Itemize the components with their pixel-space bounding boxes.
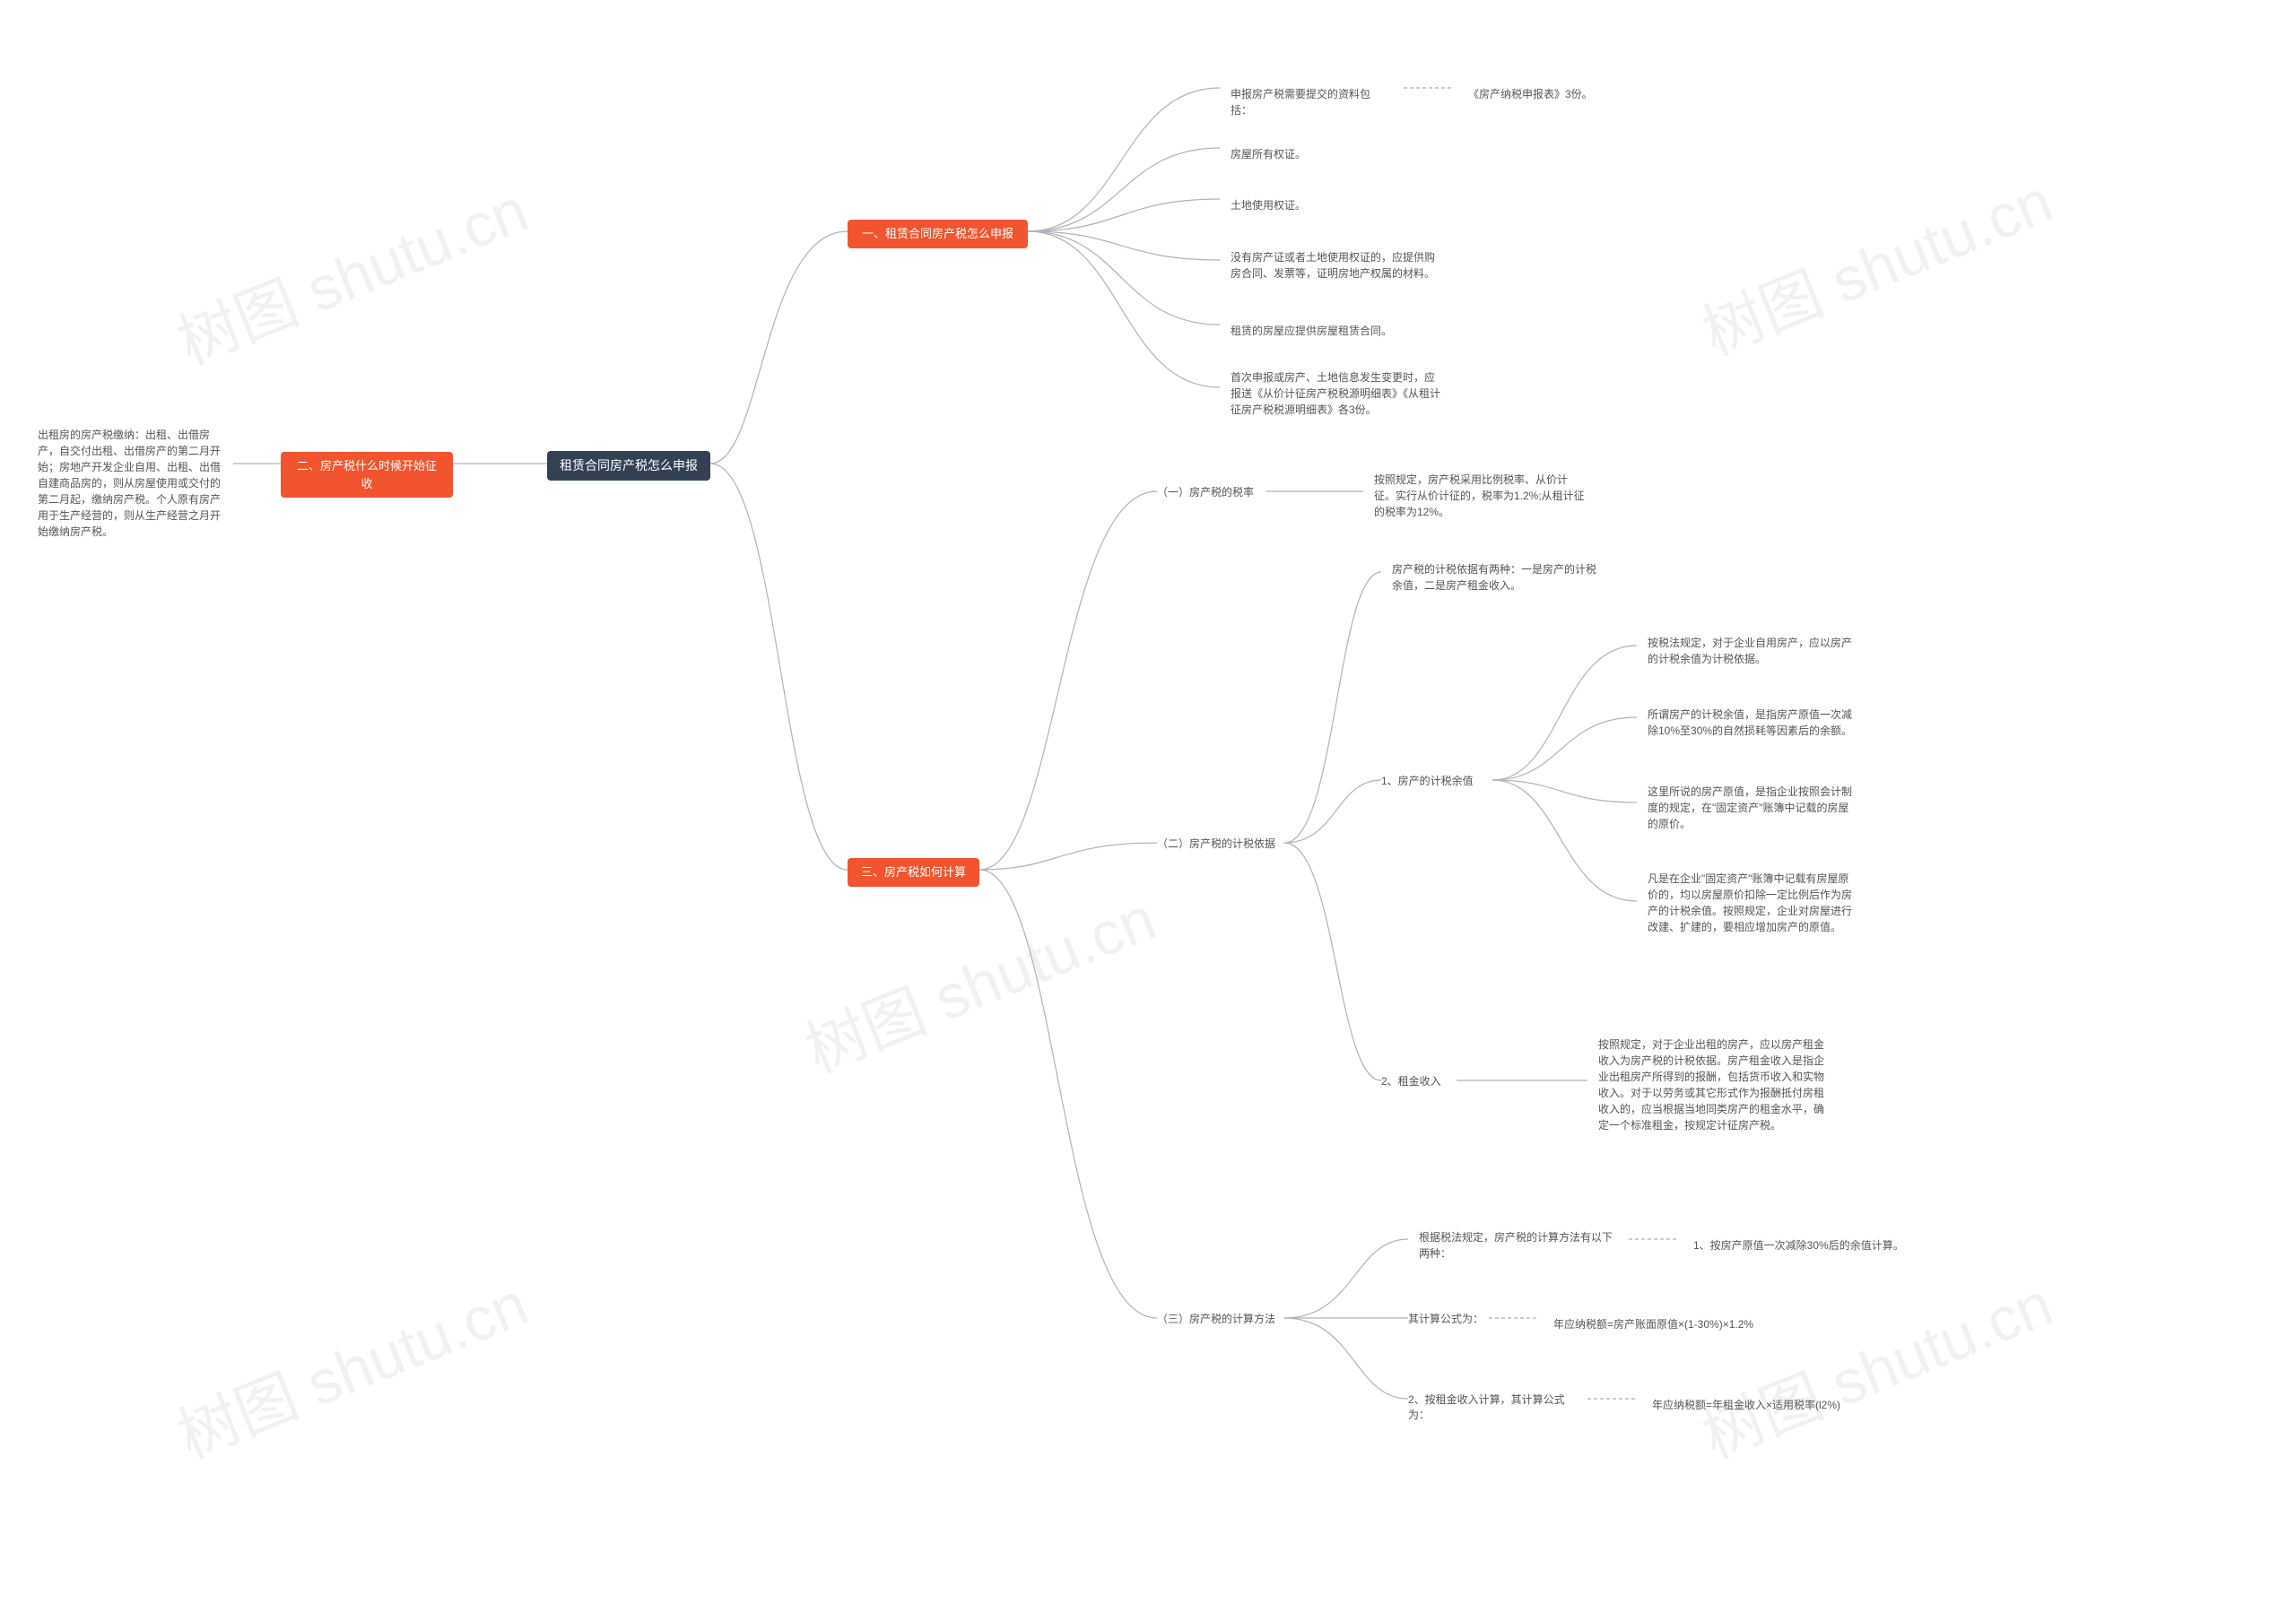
watermark: 树图 shutu.cn (790, 869, 1166, 1089)
section-2[interactable]: 二、房产税什么时候开始征收 (281, 452, 453, 498)
s1-item-5: 租赁的房屋应提供房屋租赁合同。 (1220, 317, 1453, 344)
section-3[interactable]: 三、房产税如何计算 (848, 858, 979, 887)
edges-layer (0, 0, 2296, 1622)
s3-sub3-formula2: 年应纳税额=年租金收入×适用税率(l2%) (1641, 1392, 1910, 1418)
s3-sub3-formula1: 年应纳税额=房产账面原值×(1-30%)×1.2% (1543, 1311, 1812, 1338)
s1-item-6: 首次申报或房产、土地信息发生变更时，应报送《从价计征房产税税源明细表》《从租计征… (1220, 364, 1453, 423)
watermark: 树图 shutu.cn (162, 160, 538, 381)
mindmap-canvas: 树图 shutu.cn 树图 shutu.cn 树图 shutu.cn 树图 s… (0, 0, 2296, 1622)
s3-sub2-g1-p4: 凡是在企业"固定资产"账簿中记载有房屋原价的，均以房屋原价扣除一定比例后作为房产… (1637, 865, 1870, 941)
s3-sub3-p2-lead: 2、按租金收入计算，其计算公式为： (1408, 1392, 1583, 1422)
s3-sub2-g1-p1: 按税法规定，对于企业自用房产，应以房产的计税余值为计税依据。 (1637, 629, 1870, 672)
s1-item-4: 没有房产证或者土地使用权证的，应提供购房合同、发票等，证明房地产权属的材料。 (1220, 244, 1453, 287)
s3-sub3-intro: 根据税法规定，房产税的计算方法有以下两种： (1408, 1224, 1623, 1267)
s1-item-2: 房屋所有权证。 (1220, 141, 1399, 168)
s3-sub2-g2-title[interactable]: 2、租金收入 (1381, 1073, 1441, 1089)
s1-item-1-pre: 申报房产税需要提交的资料包括： (1220, 81, 1399, 124)
watermark: 树图 shutu.cn (1687, 1254, 2063, 1475)
s3-sub2-g1-p3: 这里所说的房产原值，是指企业按照会计制度的规定，在"固定资产"账簿中记载的房屋的… (1637, 778, 1870, 837)
s3-sub3-formula-lead: 其计算公式为： (1408, 1311, 1483, 1326)
section-1[interactable]: 一、租赁合同房产税怎么申报 (848, 220, 1028, 248)
watermark: 树图 shutu.cn (162, 1254, 538, 1475)
s3-sub3-p1: 1、按房产原值一次减除30%后的余值计算。 (1683, 1232, 1925, 1259)
s3-sub1-text: 按照规定，房产税采用比例税率、从价计征。实行从价计征的，税率为1.2%;从租计征… (1363, 466, 1596, 525)
root-node[interactable]: 租赁合同房产税怎么申报 (547, 451, 710, 481)
s3-sub3-title[interactable]: （三）房产税的计算方法 (1157, 1311, 1275, 1326)
s3-sub2-intro: 房产税的计税依据有两种：一是房产的计税余值，二是房产租金收入。 (1381, 556, 1614, 599)
watermark: 树图 shutu.cn (1687, 152, 2063, 372)
s3-sub2-g1-title[interactable]: 1、房产的计税余值 (1381, 773, 1474, 788)
s3-sub2-g1-p2: 所谓房产的计税余值，是指房产原值一次减除10%至30%的自然损耗等因素后的余额。 (1637, 701, 1870, 744)
s1-item-1-post: 《房产纳税申报表》3份。 (1457, 81, 1646, 108)
s2-text: 出租房的房产税缴纳：出租、出借房产，自交付出租、出借房产的第二月开始；房地产开发… (27, 421, 235, 545)
s1-item-3: 土地使用权证。 (1220, 192, 1399, 219)
s3-sub1-title[interactable]: （一）房产税的税率 (1157, 484, 1254, 499)
s3-sub2-g2-text: 按照规定，对于企业出租的房产，应以房产租金收入为房产税的计税依据。房产租金收入是… (1587, 1031, 1839, 1139)
s3-sub2-title[interactable]: （二）房产税的计税依据 (1157, 836, 1275, 851)
